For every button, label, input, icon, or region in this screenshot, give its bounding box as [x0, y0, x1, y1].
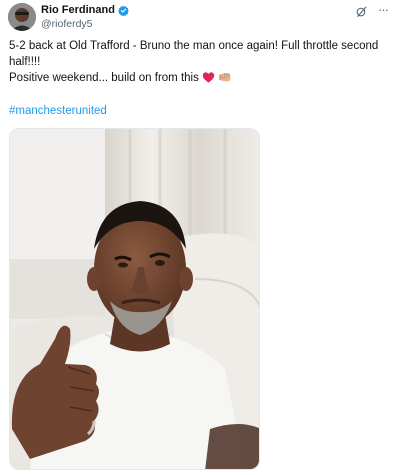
verified-badge-icon	[118, 5, 129, 16]
more-options-icon[interactable]: ···	[378, 3, 389, 16]
tweet-line-1: 5-2 back at Old Trafford - Bruno the man…	[9, 40, 379, 68]
tweet-header: Rio Ferdinand @rioferdy5 ···	[8, 3, 392, 31]
tweet-line-2-text: Positive weekend... build on from this	[9, 72, 199, 84]
grok-icon[interactable]	[355, 5, 368, 18]
author-display-name[interactable]: Rio Ferdinand	[41, 4, 129, 17]
hashtag-link[interactable]: #manchesterunited	[9, 103, 107, 119]
author-names: Rio Ferdinand @rioferdy5	[41, 4, 129, 31]
fist-bump-emoji	[219, 73, 231, 82]
display-name-text[interactable]: Rio Ferdinand	[41, 4, 115, 17]
photo-content	[10, 129, 259, 469]
red-heart-emoji	[202, 72, 215, 83]
avatar[interactable]	[8, 3, 36, 31]
tweet-line-2: Positive weekend... build on from this	[9, 70, 393, 86]
author-handle[interactable]: @rioferdy5	[41, 18, 129, 31]
tweet-photo[interactable]	[9, 128, 260, 470]
tweet-text: 5-2 back at Old Trafford - Bruno the man…	[9, 38, 393, 86]
